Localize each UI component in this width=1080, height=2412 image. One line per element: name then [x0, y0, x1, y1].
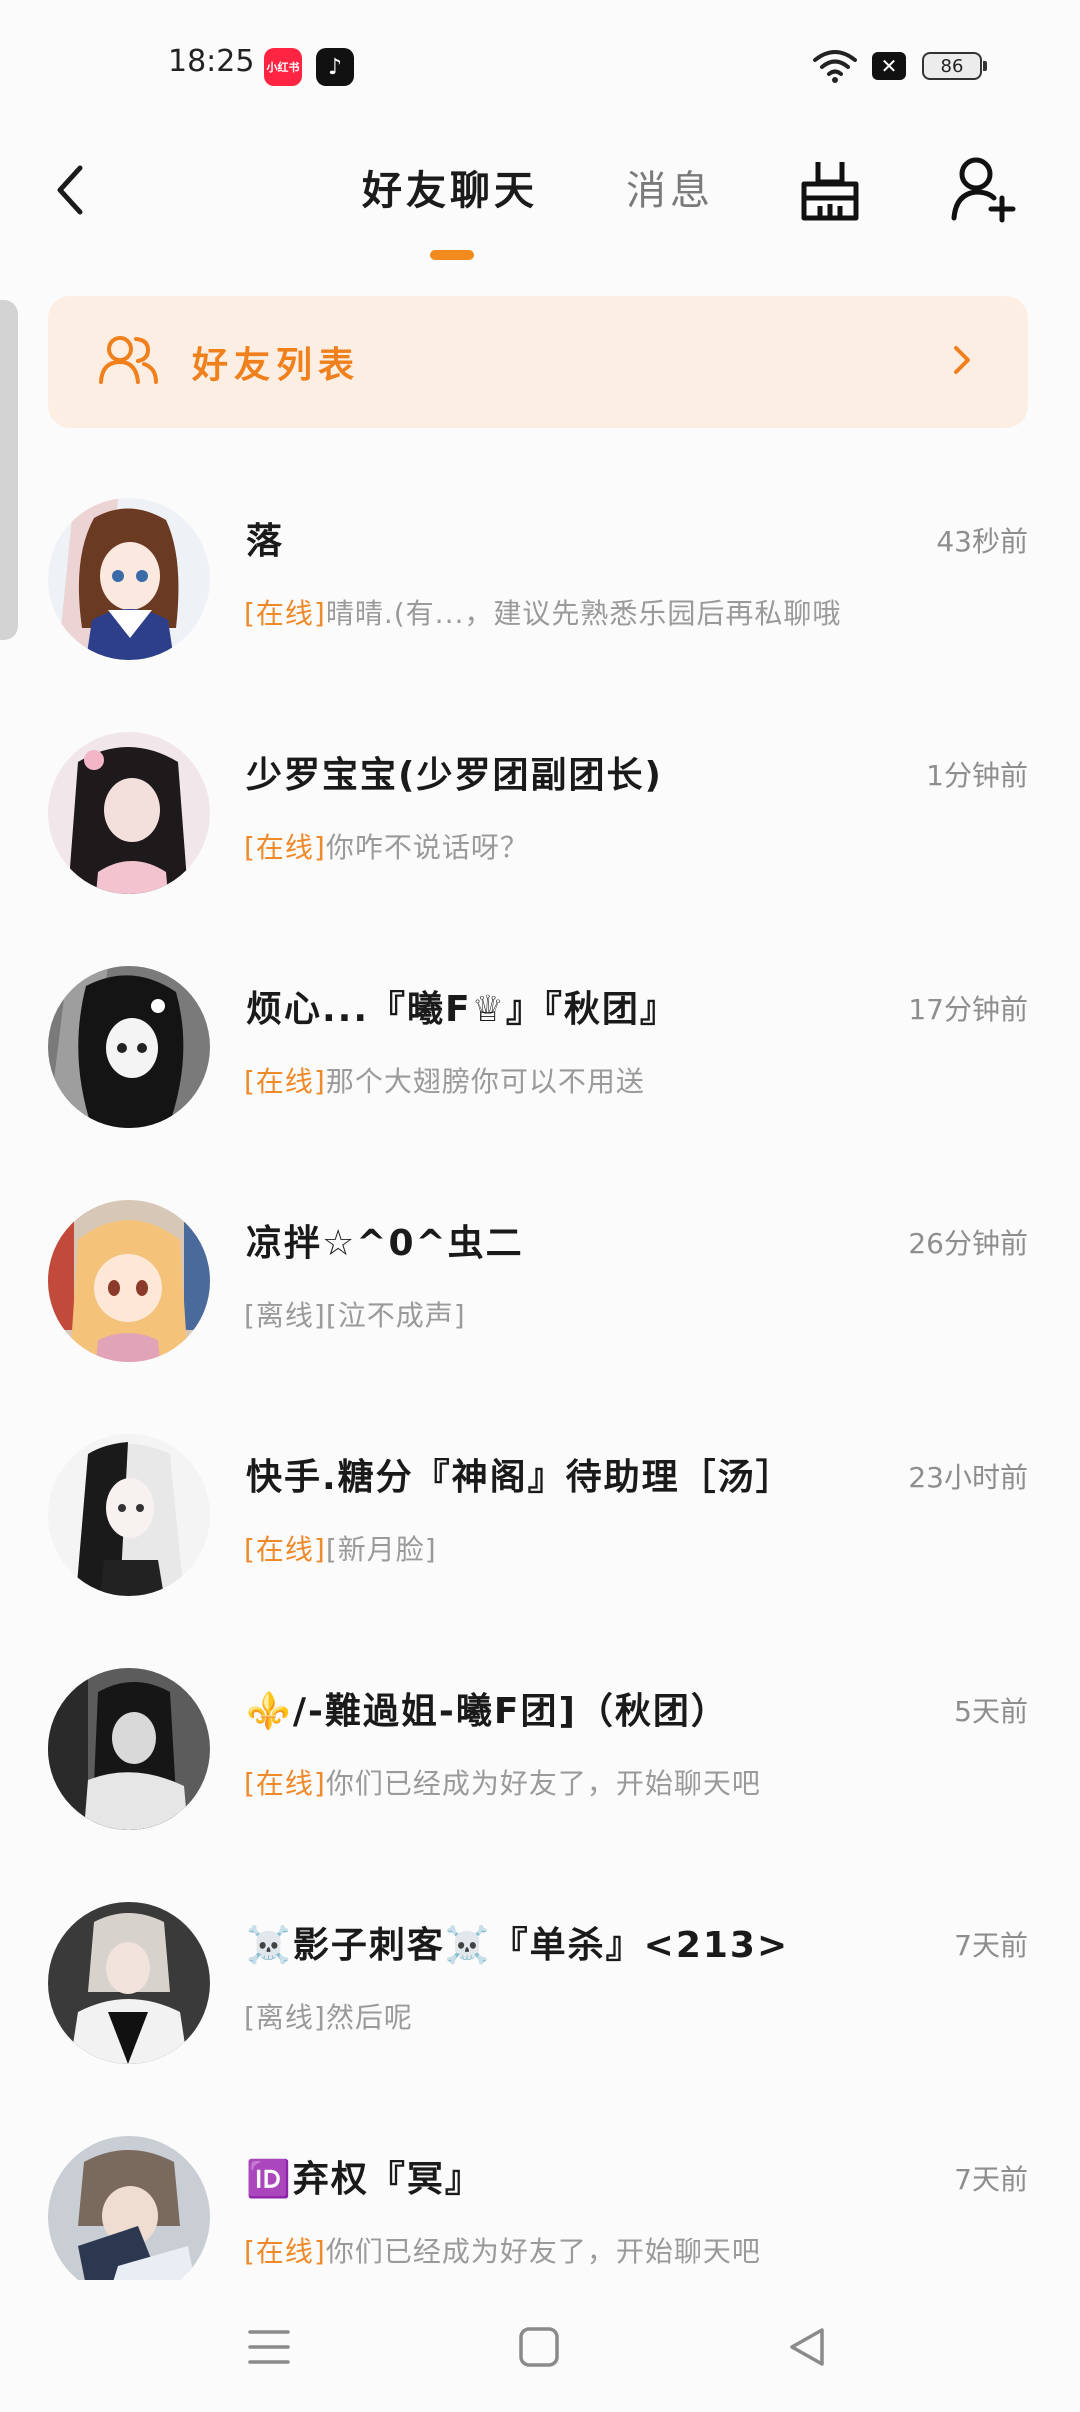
last-message: 那个大翅膀你可以不用送: [325, 1065, 645, 1098]
last-message: [泣不成声]: [325, 1299, 466, 1332]
avatar: [48, 1434, 210, 1596]
close-notification-icon: ✕: [872, 52, 906, 80]
system-nav-bar: [0, 2280, 1080, 2412]
chat-time: 26分钟前: [908, 1227, 1028, 1260]
chat-name: 🆔弃权『冥』: [246, 2159, 483, 2200]
chat-row[interactable]: 烦心...『曦F♕』『秋团』 17分钟前 [在线]那个大翅膀你可以不用送: [0, 938, 1080, 1172]
chat-row[interactable]: 落 43秒前 [在线]晴晴.(有...，建议先熟悉乐园后再私聊哦: [0, 470, 1080, 704]
chat-row[interactable]: 凉拌☆^0^虫二 26分钟前 [离线][泣不成声]: [0, 1172, 1080, 1406]
chat-preview: [在线]你咋不说话呀？: [244, 826, 529, 866]
back-triangle-icon[interactable]: [784, 2324, 830, 2370]
online-status: [在线]: [244, 597, 326, 630]
chat-name: 烦心...『曦F♕』『秋团』: [246, 989, 678, 1030]
back-button[interactable]: [50, 160, 90, 220]
chat-time: 17分钟前: [908, 993, 1028, 1026]
offline-status: [离线]: [244, 1299, 326, 1332]
chat-preview: [在线]你们已经成为好友了，开始聊天吧: [244, 1762, 761, 1802]
friend-list-label: 好友列表: [192, 345, 361, 386]
chat-time: 1分钟前: [926, 759, 1028, 792]
chat-time: 7天前: [954, 1929, 1028, 1962]
avatar: [48, 1668, 210, 1830]
avatar: [48, 2136, 210, 2298]
chat-name: ⚜️/-難過姐-曦F团]（秋团）: [246, 1691, 729, 1732]
chat-preview: [在线]那个大翅膀你可以不用送: [244, 1060, 645, 1100]
online-status: [在线]: [244, 1533, 326, 1566]
avatar: [48, 498, 210, 660]
last-message: 你们已经成为好友了，开始聊天吧: [325, 1767, 761, 1800]
wifi-icon: [813, 50, 857, 83]
avatar: [48, 1902, 210, 2064]
tab-friend-chat[interactable]: 好友聊天: [362, 158, 538, 216]
xiaohongshu-icon: 小红书: [264, 48, 302, 86]
menu-icon[interactable]: [246, 2324, 292, 2370]
chat-name: 少罗宝宝(少罗团副团长): [246, 755, 663, 796]
chat-time: 43秒前: [936, 525, 1028, 558]
last-message: 然后呢: [325, 2001, 413, 2034]
clear-broom-button[interactable]: [796, 156, 864, 224]
chat-row[interactable]: ⚜️/-難過姐-曦F团]（秋团） 5天前 [在线]你们已经成为好友了，开始聊天吧: [0, 1640, 1080, 1874]
chat-preview: [在线]晴晴.(有...，建议先熟悉乐园后再私聊哦: [244, 592, 841, 632]
avatar: [48, 1200, 210, 1362]
chat-row[interactable]: ☠️影子刺客☠️『单杀』<213> 7天前 [离线]然后呢: [0, 1874, 1080, 2108]
last-message: [新月脸]: [325, 1533, 437, 1566]
chat-name: 快手.糖分『神阁』待助理［汤］: [246, 1457, 794, 1498]
online-status: [在线]: [244, 1065, 326, 1098]
friends-icon: [99, 336, 158, 384]
avatar: [48, 732, 210, 894]
battery-icon: 86: [922, 52, 987, 80]
tab-messages[interactable]: 消息: [626, 158, 714, 216]
status-time: 18:25: [168, 44, 255, 79]
last-message: 你们已经成为好友了，开始聊天吧: [325, 2235, 761, 2268]
chat-row[interactable]: 少罗宝宝(少罗团副团长) 1分钟前 [在线]你咋不说话呀？: [0, 704, 1080, 938]
chat-name: 凉拌☆^0^虫二: [246, 1223, 524, 1264]
chat-name: ☠️影子刺客☠️『单杀』<213>: [246, 1925, 790, 1966]
chat-row[interactable]: 快手.糖分『神阁』待助理［汤］ 23小时前 [在线][新月脸]: [0, 1406, 1080, 1640]
avatar: [48, 966, 210, 1128]
chat-name: 落: [246, 521, 285, 562]
chat-preview: [在线]你们已经成为好友了，开始聊天吧: [244, 2230, 761, 2270]
online-status: [在线]: [244, 1767, 326, 1800]
active-tab-indicator: [430, 250, 474, 260]
chat-time: 5天前: [954, 1695, 1028, 1728]
chevron-right-icon: [954, 346, 970, 374]
chat-time: 23小时前: [908, 1461, 1028, 1494]
last-message: 你咋不说话呀？: [325, 831, 529, 864]
chat-preview: [在线][新月脸]: [244, 1528, 437, 1568]
friend-list-banner[interactable]: 好友列表: [48, 296, 1028, 428]
online-status: [在线]: [244, 831, 326, 864]
home-square-icon[interactable]: [516, 2324, 562, 2370]
douyin-icon: ♪: [316, 48, 354, 86]
chat-preview: [离线]然后呢: [244, 1996, 413, 2036]
online-status: [在线]: [244, 2235, 326, 2268]
chat-preview: [离线][泣不成声]: [244, 1294, 466, 1334]
add-friend-button[interactable]: [948, 154, 1018, 224]
last-message: 晴晴.(有...，建议先熟悉乐园后再私聊哦: [325, 597, 842, 630]
offline-status: [离线]: [244, 2001, 326, 2034]
status-bar: 18:25 小红书 ♪ ✕ 86: [0, 0, 1080, 110]
chat-time: 7天前: [954, 2163, 1028, 2196]
